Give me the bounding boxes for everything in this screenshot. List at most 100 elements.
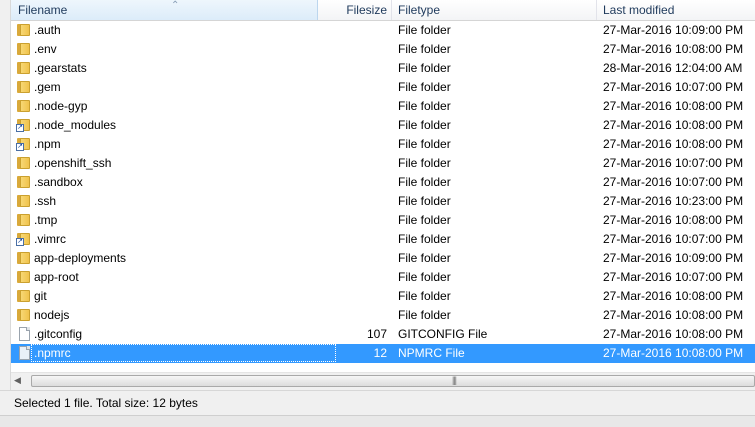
column-header-filename-label: Filename [18,3,68,17]
file-type: File folder [398,23,451,37]
file-modified: 27-Mar-2016 10:08:00 PM [603,289,744,303]
file-modified: 27-Mar-2016 10:08:00 PM [603,346,744,360]
file-name: git [34,289,47,303]
column-header-bar: Filename ⌃ Filesize Filetype Last modifi… [11,0,755,21]
file-type: GITCONFIG File [398,327,488,341]
file-name: .tmp [34,213,58,227]
folder-icon [17,99,31,113]
file-name: nodejs [34,308,70,322]
file-modified: 27-Mar-2016 10:08:00 PM [603,42,744,56]
folder-icon [17,61,31,75]
file-name: .node_modules [34,118,117,132]
sort-ascending-icon: ⌃ [171,0,180,11]
file-modified: 27-Mar-2016 10:08:00 PM [603,327,744,341]
file-row[interactable]: .gitconfig 107 GITCONFIG File 27-Mar-2016 1… [11,325,755,344]
column-header-last-modified[interactable]: Last modified [597,0,755,20]
file-list: .auth File folder 27-Mar-2016 10:09:00 PM.… [11,21,755,363]
file-modified: 27-Mar-2016 10:08:00 PM [603,99,744,113]
folder-link-icon: ↗ [16,232,31,246]
file-name: .gem [34,80,61,94]
status-text: Selected 1 file. Total size: 12 bytes [14,396,198,410]
file-row[interactable]: .tmp File folder 27-Mar-2016 10:08:00 PM [11,211,755,230]
column-header-filetype-label: Filetype [398,3,441,17]
file-modified: 27-Mar-2016 10:09:00 PM [603,23,744,37]
scroll-left-icon[interactable]: ◀ [14,375,21,386]
folder-icon [17,42,31,56]
file-modified: 27-Mar-2016 10:07:00 PM [603,232,744,246]
file-row[interactable]: .gem File folder 27-Mar-2016 10:07:00 PM [11,78,755,97]
column-header-filesize-label: Filesize [346,3,387,17]
file-icon [17,346,31,360]
file-name: .vimrc [34,232,66,246]
folder-icon [17,80,31,94]
file-row[interactable]: git File folder 27-Mar-2016 10:08:00 PM [11,287,755,306]
file-modified: 28-Mar-2016 12:04:00 AM [603,61,743,75]
scrollbar-thumb[interactable]: ||| [31,375,755,387]
file-type: NPMRC File [398,346,465,360]
file-name: .npm [34,137,61,151]
folder-icon [17,308,31,322]
column-header-filename[interactable]: Filename ⌃ [11,0,318,20]
folder-icon [17,270,31,284]
column-header-filetype[interactable]: Filetype [392,0,597,20]
file-row[interactable]: ↗ .node_modules File folder 27-Mar-2016 10:… [11,116,755,135]
file-modified: 27-Mar-2016 10:07:00 PM [603,270,744,284]
file-size: 12 [373,346,387,360]
folder-icon [17,23,31,37]
file-row[interactable]: .node-gyp File folder 27-Mar-2016 10:08:00… [11,97,755,116]
file-row[interactable]: .env File folder 27-Mar-2016 10:08:00 PM [11,40,755,59]
file-row[interactable]: .openshift_ssh File folder 27-Mar-2016 10:… [11,154,755,173]
file-row[interactable]: ↗ .npm File folder 27-Mar-2016 10:08:00 PM [11,135,755,154]
file-row[interactable]: app-root File folder 27-Mar-2016 10:07:00 … [11,268,755,287]
file-type: File folder [398,251,451,265]
file-name: .gearstats [34,61,87,75]
pane-left-border [0,0,11,390]
file-row[interactable]: .auth File folder 27-Mar-2016 10:09:00 PM [11,21,755,40]
file-modified: 27-Mar-2016 10:09:00 PM [603,251,744,265]
file-modified: 27-Mar-2016 10:08:00 PM [603,118,744,132]
file-type: File folder [398,42,451,56]
file-icon [17,327,31,341]
file-name: app-deployments [34,251,127,265]
status-bar: Selected 1 file. Total size: 12 bytes [0,390,755,416]
file-row[interactable]: .ssh File folder 27-Mar-2016 10:23:00 PM [11,192,755,211]
file-modified: 27-Mar-2016 10:08:00 PM [603,213,744,227]
file-modified: 27-Mar-2016 10:08:00 PM [603,308,744,322]
file-name: .ssh [34,194,57,208]
folder-icon [17,194,31,208]
file-row[interactable]: .gearstats File folder 28-Mar-2016 12:04:0… [11,59,755,78]
file-type: File folder [398,137,451,151]
file-row[interactable]: ↗ .vimrc File folder 27-Mar-2016 10:07:00 P… [11,230,755,249]
file-row[interactable]: .sandbox File folder 27-Mar-2016 10:07:00 … [11,173,755,192]
remote-file-list-pane: Filename ⌃ Filesize Filetype Last modifi… [0,0,755,427]
folder-icon [17,213,31,227]
folder-icon [17,289,31,303]
file-type: File folder [398,308,451,322]
folder-link-icon: ↗ [16,137,31,151]
file-row[interactable]: app-deployments File folder 27-Mar-2016 10… [11,249,755,268]
file-type: File folder [398,156,451,170]
bottom-strip [0,415,755,427]
file-modified: 27-Mar-2016 10:07:00 PM [603,175,744,189]
file-name: .auth [34,23,61,37]
file-row[interactable]: .npmrc 12 NPMRC File 27-Mar-2016 10:08:00 P… [11,344,755,363]
file-type: File folder [398,118,451,132]
file-type: File folder [398,61,451,75]
horizontal-scrollbar[interactable]: ◀ ||| [11,372,755,390]
file-type: File folder [398,289,451,303]
file-type: File folder [398,99,451,113]
file-name: .sandbox [34,175,83,189]
scrollbar-grip-icon: ||| [452,375,457,385]
file-row[interactable]: nodejs File folder 27-Mar-2016 10:08:00 PM [11,306,755,325]
folder-link-icon: ↗ [16,118,31,132]
file-name: app-root [34,270,79,284]
file-name: .node-gyp [34,99,88,113]
file-name: .npmrc [34,346,71,360]
file-type: File folder [398,80,451,94]
file-name: .openshift_ssh [34,156,112,170]
column-header-filesize[interactable]: Filesize [318,0,392,20]
folder-icon [17,251,31,265]
file-size: 107 [366,327,387,341]
file-modified: 27-Mar-2016 10:07:00 PM [603,80,744,94]
file-type: File folder [398,213,451,227]
